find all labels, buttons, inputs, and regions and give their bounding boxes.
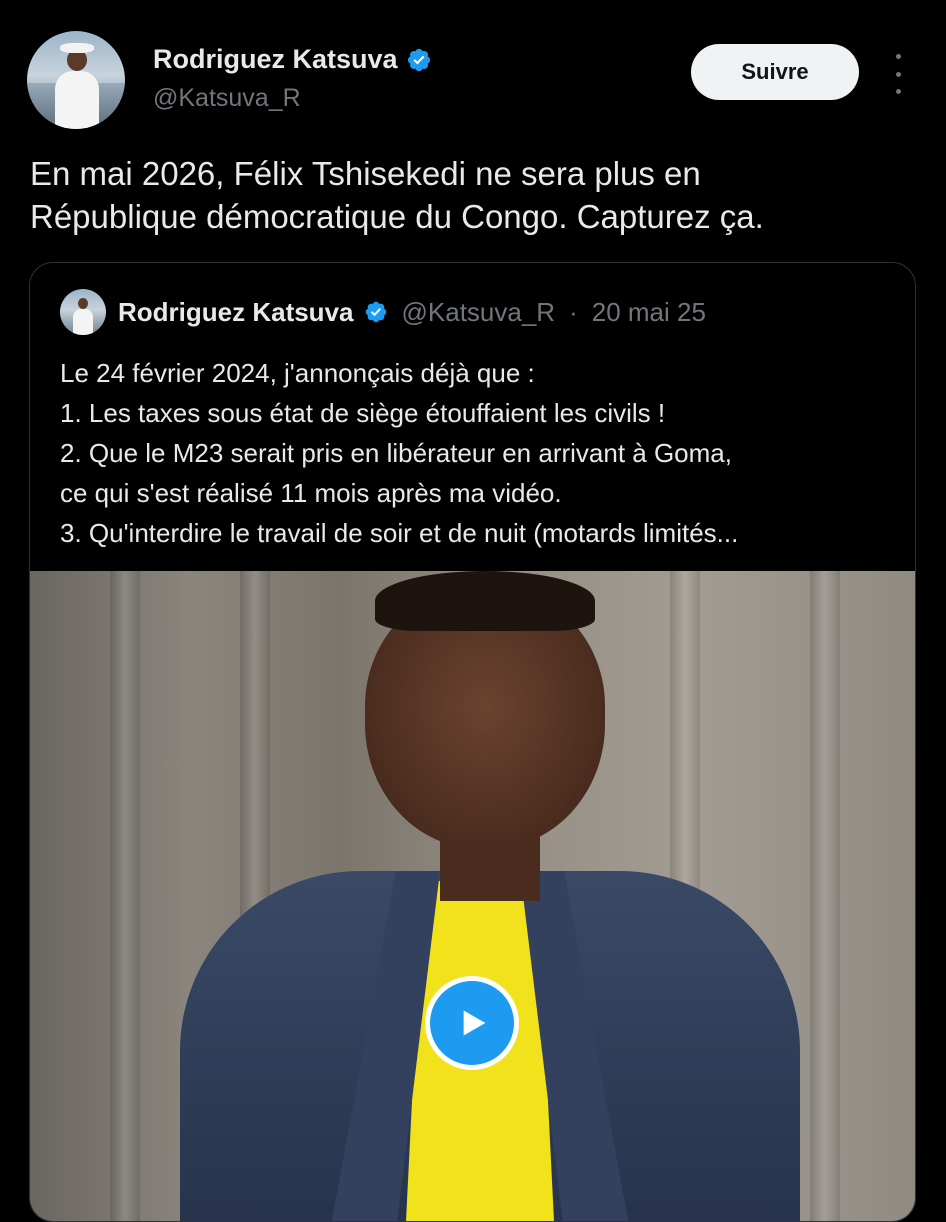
quoted-tweet-text: Le 24 février 2024, j'annonçais déjà que… <box>60 353 900 553</box>
quoted-author-name[interactable]: Rodriguez Katsuva <box>118 297 354 328</box>
quoted-author-handle[interactable]: @Katsuva_R <box>402 297 556 328</box>
verified-badge-icon <box>407 48 430 71</box>
quoted-tweet[interactable]: Rodriguez Katsuva @Katsuva_R · 20 mai 25… <box>29 262 916 1222</box>
author-avatar[interactable] <box>27 31 125 129</box>
quoted-text-line: 3. Qu'interdire le travail de soir et de… <box>60 518 739 548</box>
more-dot <box>895 71 901 77</box>
play-icon <box>463 1010 486 1036</box>
quoted-text-line: Le 24 février 2024, j'annonçais déjà que… <box>60 358 535 388</box>
verified-badge-icon <box>365 301 386 323</box>
more-dot <box>895 89 901 94</box>
more-dot <box>895 54 901 59</box>
quoted-author-avatar[interactable] <box>60 289 106 335</box>
quoted-avatar-figure-body <box>73 309 93 335</box>
video-thumbnail[interactable] <box>30 571 915 1221</box>
play-button[interactable] <box>425 976 519 1070</box>
author-name-row[interactable]: Rodriguez Katsuva <box>153 44 432 75</box>
curtain-fold <box>110 571 140 1221</box>
quoted-text-line: 2. Que le M23 serait pris en libérateur … <box>60 438 732 468</box>
follow-button[interactable]: Suivre <box>691 44 859 100</box>
quoted-tweet-header: Rodriguez Katsuva @Katsuva_R · 20 mai 25 <box>60 289 706 335</box>
meta-separator: · <box>569 296 578 327</box>
tweet-header: Rodriguez Katsuva @Katsuva_R Suivre <box>0 0 946 140</box>
author-handle[interactable]: @Katsuva_R <box>153 84 301 113</box>
avatar-figure-hat <box>60 43 94 53</box>
quoted-text-line: 1. Les taxes sous état de siège étouffai… <box>60 398 666 428</box>
avatar-figure-body <box>55 71 99 129</box>
tweet-text: En mai 2026, Félix Tshisekedi ne sera pl… <box>30 155 764 235</box>
author-name[interactable]: Rodriguez Katsuva <box>153 44 398 75</box>
more-options-icon[interactable] <box>886 54 910 94</box>
person-hair <box>375 571 595 631</box>
quoted-avatar-figure-head <box>78 298 88 309</box>
curtain-fold <box>810 571 840 1221</box>
quoted-text-line: ce qui s'est réalisé 11 mois après ma vi… <box>60 478 562 508</box>
quoted-tweet-date[interactable]: 20 mai 25 <box>592 297 706 328</box>
